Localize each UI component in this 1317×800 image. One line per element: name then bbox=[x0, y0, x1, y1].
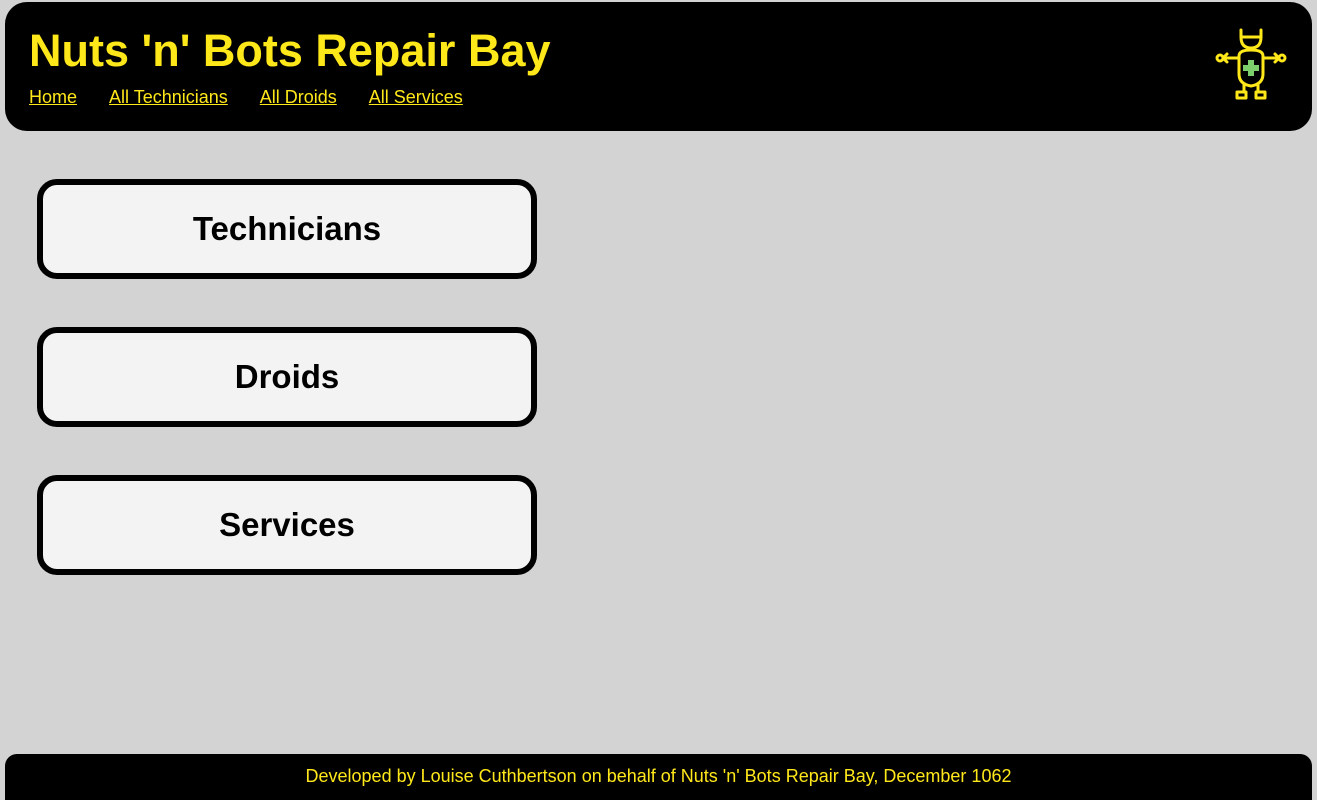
page: Nuts 'n' Bots Repair Bay Home All Techni… bbox=[0, 0, 1317, 800]
footer-text: Developed by Louise Cuthbertson on behal… bbox=[305, 766, 1012, 786]
robot-medic-icon bbox=[1211, 26, 1291, 108]
nav-link-all-services[interactable]: All Services bbox=[369, 86, 463, 108]
technicians-button-label: Technicians bbox=[192, 210, 382, 247]
services-button[interactable]: Services bbox=[37, 475, 537, 575]
nav-link-all-technicians[interactable]: All Technicians bbox=[109, 86, 228, 108]
main-nav: Home All Technicians All Droids All Serv… bbox=[29, 86, 463, 108]
droids-button[interactable]: Droids bbox=[37, 327, 537, 427]
site-title: Nuts 'n' Bots Repair Bay bbox=[29, 25, 551, 76]
site-footer: Developed by Louise Cuthbertson on behal… bbox=[5, 754, 1312, 800]
technicians-button[interactable]: Technicians bbox=[37, 179, 537, 279]
services-button-label: Services bbox=[219, 506, 355, 543]
site-header: Nuts 'n' Bots Repair Bay Home All Techni… bbox=[5, 2, 1312, 131]
nav-link-all-droids[interactable]: All Droids bbox=[260, 86, 337, 108]
nav-link-home[interactable]: Home bbox=[29, 86, 77, 108]
droids-button-label: Droids bbox=[234, 358, 340, 395]
